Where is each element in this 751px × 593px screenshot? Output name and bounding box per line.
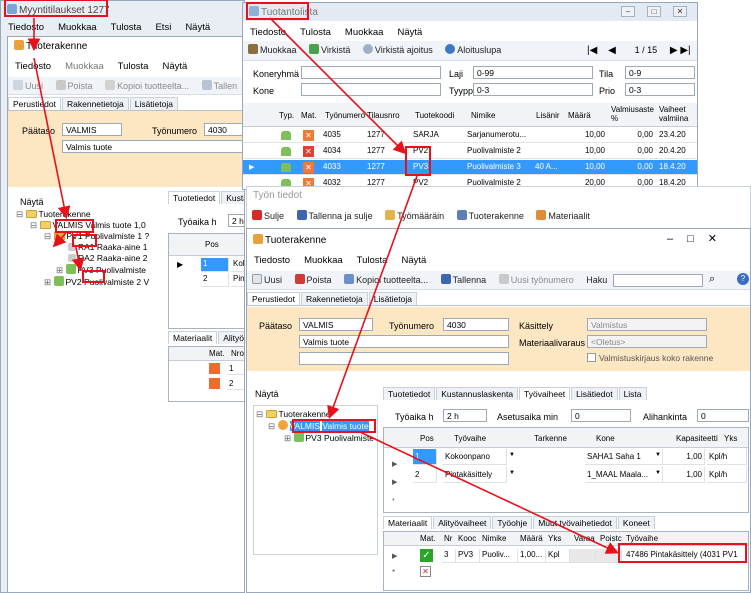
annotation-arrows bbox=[27, 17, 619, 554]
arrow-to-valmis bbox=[33, 57, 71, 220]
arrow-valmis-to-phase bbox=[359, 431, 619, 554]
arrow-to-pv1 bbox=[52, 232, 67, 248]
arrow-code-to-valmis bbox=[327, 175, 418, 420]
arrow-list-to-code bbox=[269, 17, 407, 155]
arrow-to-pv3 bbox=[71, 246, 85, 272]
